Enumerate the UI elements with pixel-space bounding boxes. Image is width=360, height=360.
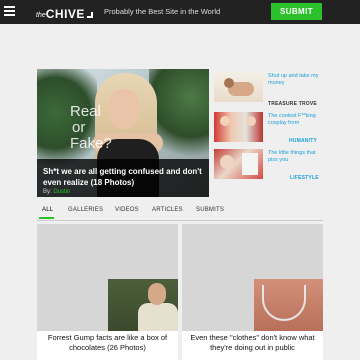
post-card-title[interactable]: Even these "clothes" don't know what the… <box>186 333 319 353</box>
hero-headline[interactable]: Sh*t we are all getting confused and don… <box>43 166 205 188</box>
post-card-title[interactable]: Forrest Gump facts are like a box of cho… <box>41 333 174 353</box>
hero-image-text: Real or Fake? <box>70 103 112 152</box>
tab-articles[interactable]: ARTICLES <box>152 207 183 213</box>
tabs-divider <box>37 220 323 221</box>
tab-galleries[interactable]: GALLERIES <box>68 207 103 213</box>
sidebar-category[interactable]: LIFESTYLE <box>290 175 319 181</box>
top-bar: theCHIVE Probably the Best Site in the W… <box>0 0 360 24</box>
sidebar-category[interactable]: HUMANITY <box>289 138 317 144</box>
sidebar-item-title[interactable]: The little things that piss you <box>268 150 324 164</box>
author-link[interactable]: Dustin <box>53 189 70 195</box>
content-tabs: ALL GALLERIES VIDEOS ARTICLES SUBMITS <box>37 203 323 219</box>
hamburger-menu-icon[interactable] <box>4 6 15 16</box>
sidebar-item-title[interactable]: Shut up and take my money <box>268 73 324 87</box>
sidebar-item-title[interactable]: The coolest F**king cosplay from <box>268 113 324 127</box>
logo-chive: CHIVE <box>45 7 85 21</box>
tab-submits[interactable]: SUBMITS <box>196 207 224 213</box>
sidebar-category[interactable]: TREASURE TROVE <box>268 101 317 107</box>
tab-all[interactable]: ALL <box>42 207 53 213</box>
post-card-image[interactable] <box>37 224 178 331</box>
post-card[interactable]: Forrest Gump facts are like a box of cho… <box>37 224 178 360</box>
post-card[interactable]: Even these "clothes" don't know what the… <box>182 224 323 360</box>
site-logo[interactable]: theCHIVE <box>36 5 93 21</box>
sidebar-thumbnail[interactable] <box>214 149 263 179</box>
logo-the: the <box>36 12 46 19</box>
post-card-image[interactable] <box>182 224 323 331</box>
hero-byline: By: Dustin <box>43 189 71 195</box>
sidebar-item[interactable]: Shut up and take my money <box>214 72 324 102</box>
hero-feature[interactable]: Real or Fake? Sh*t we are all getting co… <box>37 69 209 197</box>
submit-button[interactable]: SUBMIT <box>271 3 322 20</box>
sidebar-thumbnail[interactable] <box>214 72 263 102</box>
tab-videos[interactable]: VIDEOS <box>115 207 139 213</box>
active-tab-indicator <box>39 217 54 219</box>
sidebar-thumbnail[interactable] <box>214 112 263 142</box>
logo-mark-icon <box>86 12 93 18</box>
site-tagline: Probably the Best Site in the World <box>104 7 221 16</box>
